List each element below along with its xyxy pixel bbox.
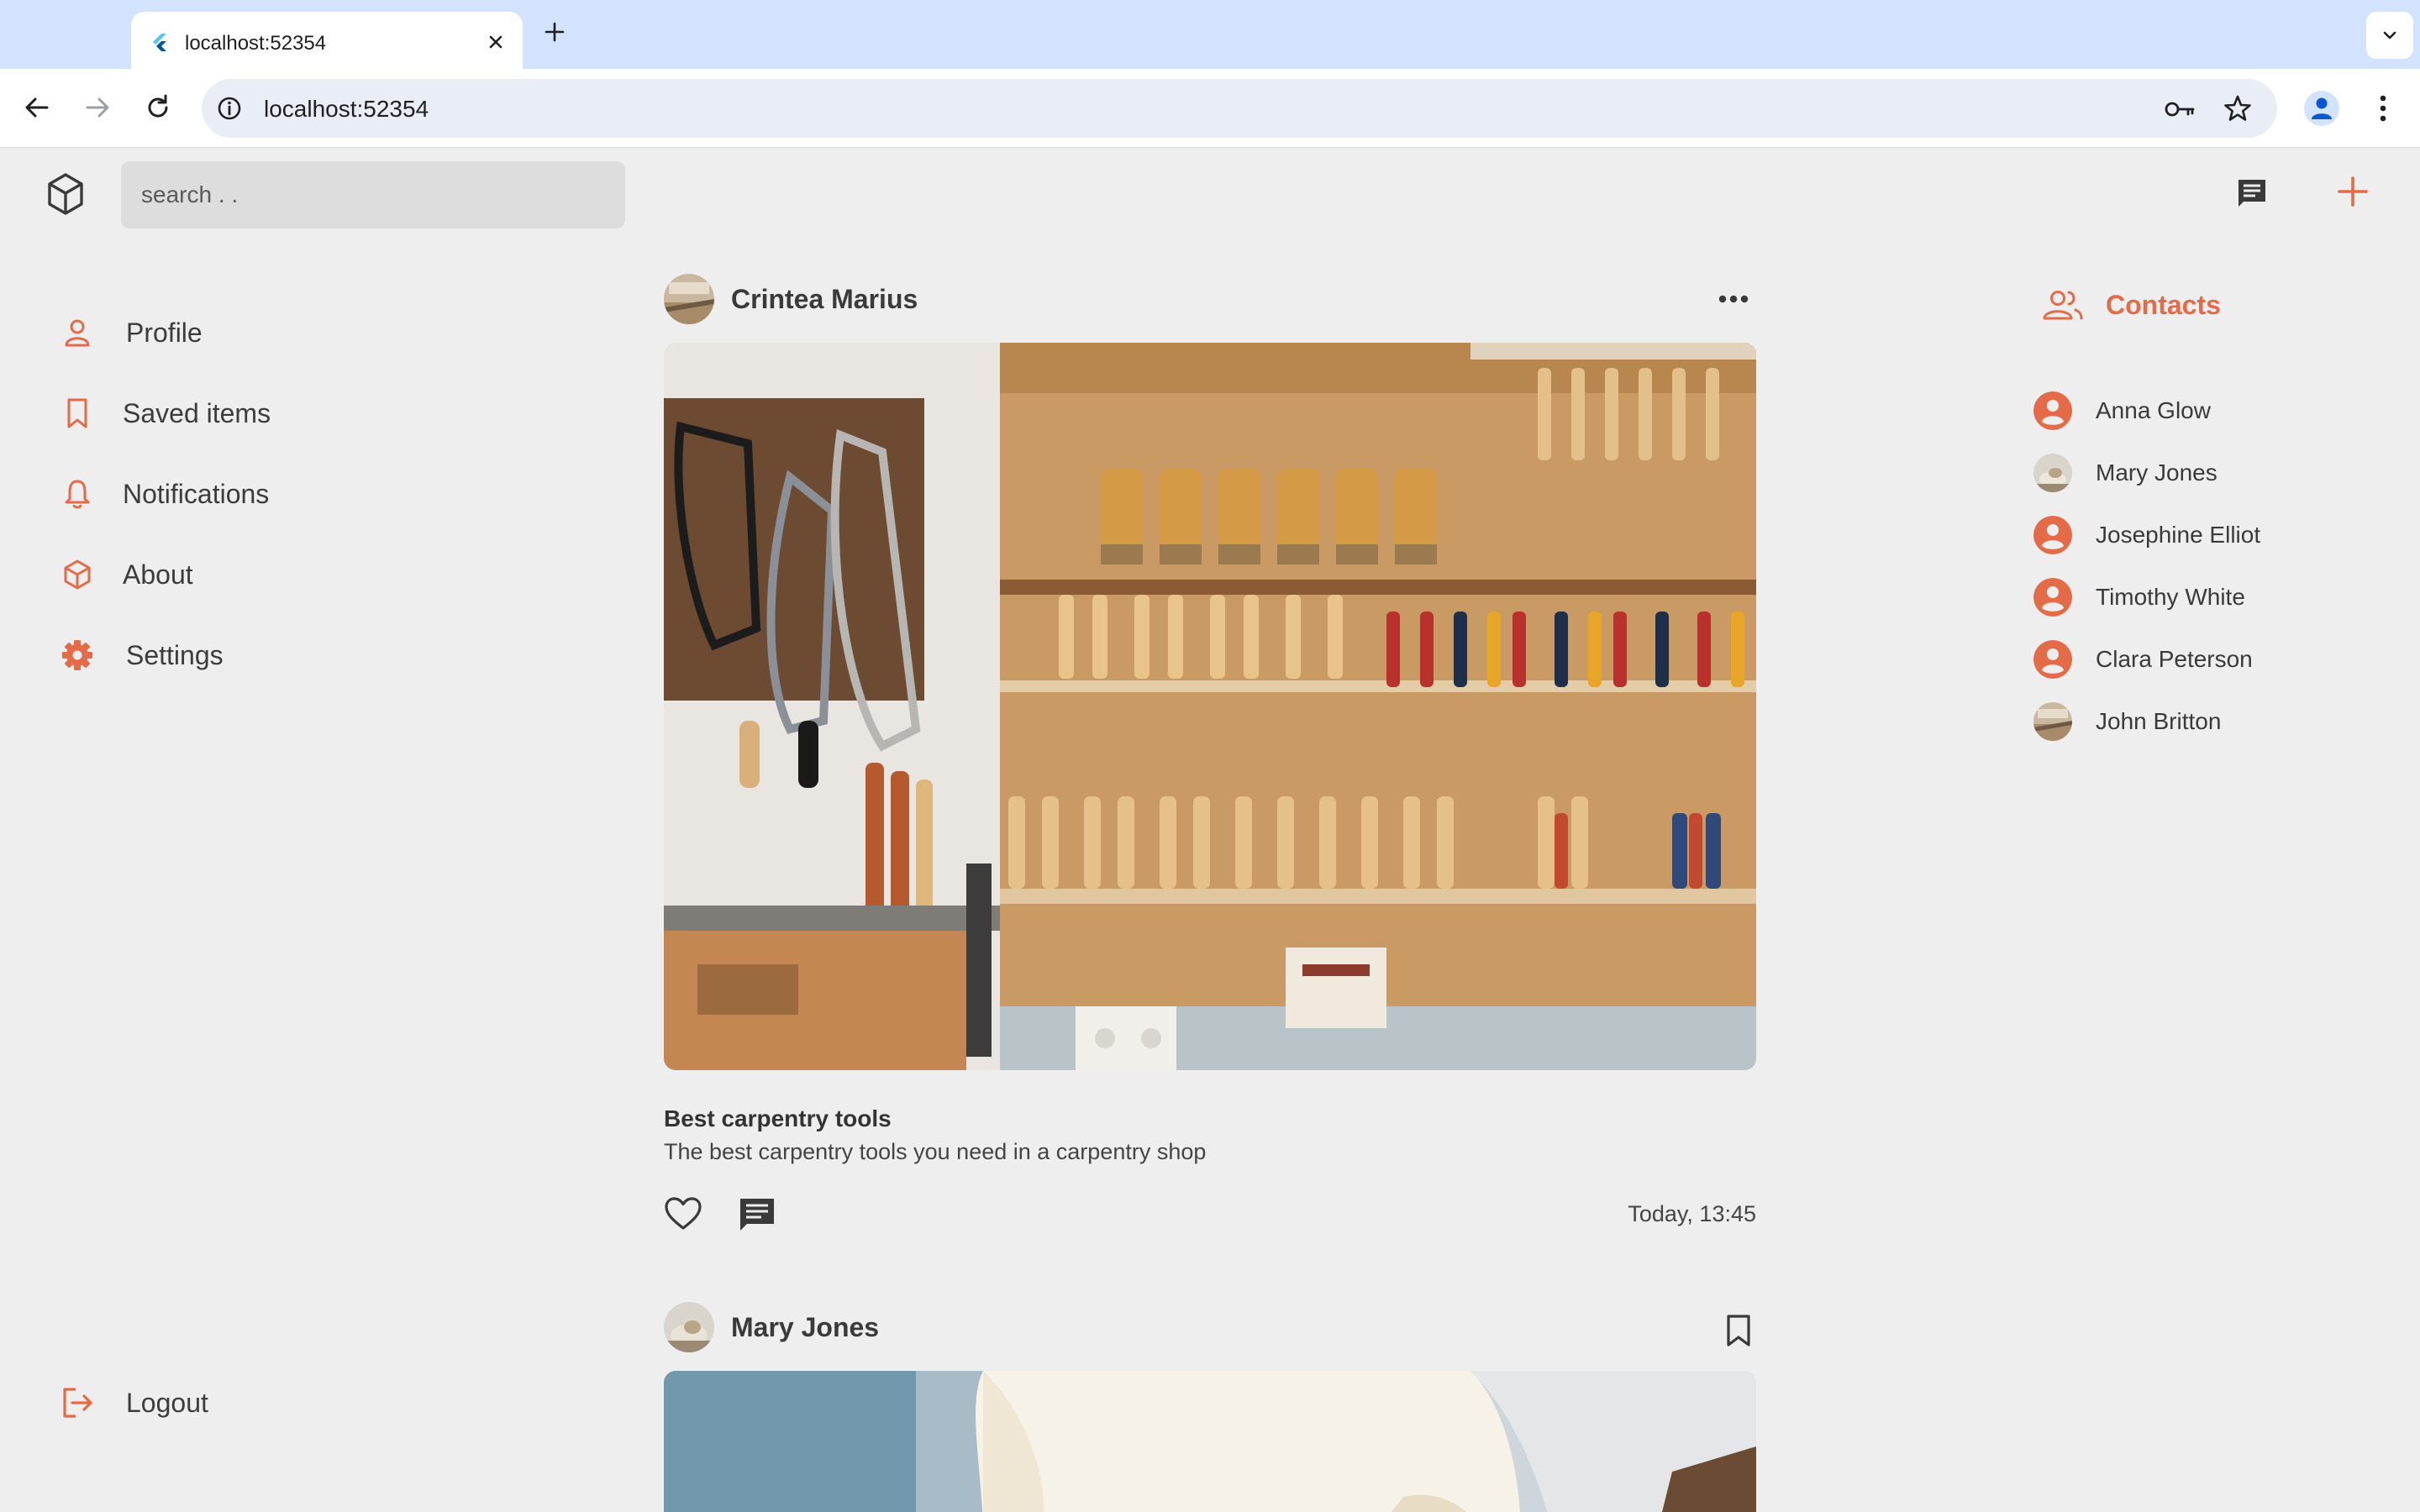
default-avatar-icon <box>2033 640 2072 679</box>
comment-icon[interactable] <box>738 1196 776 1233</box>
sidebar-item-label: Saved items <box>123 397 271 428</box>
add-post-icon[interactable] <box>2334 173 2371 210</box>
sidebar-item-label: Profile <box>126 317 203 348</box>
logout-button[interactable]: Logout <box>60 1386 208 1420</box>
post-author-name[interactable]: Mary Jones <box>731 1312 879 1343</box>
contact-name: Clara Peterson <box>2096 646 2253 672</box>
new-tab-icon[interactable] <box>541 18 568 45</box>
contact-item[interactable]: Mary Jones <box>2033 454 2217 492</box>
logout-icon <box>60 1386 94 1420</box>
post-timestamp: Today, 13:45 <box>1628 1201 1756 1226</box>
contact-item[interactable]: Josephine Elliot <box>2033 516 2260 554</box>
contact-item[interactable]: John Britton <box>2033 702 2221 741</box>
bookmark-star-icon[interactable] <box>2222 92 2254 124</box>
contacts-title: Contacts <box>2106 289 2221 320</box>
sidebar-item-label: About <box>123 559 193 590</box>
default-avatar-icon <box>2033 391 2072 430</box>
sidebar-item-profile[interactable]: Profile <box>60 316 203 349</box>
flutter-favicon-icon <box>153 34 166 51</box>
gear-icon <box>60 638 94 672</box>
sidebar-item-label: Notifications <box>123 478 270 509</box>
save-bookmark-icon[interactable] <box>1724 1314 1753 1347</box>
post-header: Crintea Marius <box>664 274 918 324</box>
like-heart-icon[interactable] <box>664 1196 702 1231</box>
search-input[interactable] <box>121 161 625 228</box>
default-avatar-icon <box>2033 578 2072 617</box>
chevron-down-icon <box>2383 31 2396 39</box>
contact-name: Anna Glow <box>2096 397 2211 423</box>
sidebar-item-saved-items[interactable]: Saved items <box>60 396 271 430</box>
person-icon <box>60 316 94 349</box>
post-title: Best carpentry tools <box>664 1105 892 1131</box>
bookmark-icon <box>60 396 94 430</box>
post-description: The best carpentry tools you need in a c… <box>664 1139 1207 1164</box>
browser-menu-icon[interactable] <box>2368 91 2398 126</box>
bell-icon <box>60 477 94 511</box>
post-author-name[interactable]: Crintea Marius <box>731 284 918 315</box>
reload-icon[interactable] <box>141 91 175 124</box>
group-people-icon <box>2043 291 2083 320</box>
contact-item[interactable]: Timothy White <box>2033 578 2245 617</box>
cube-icon <box>60 558 94 591</box>
more-options-icon[interactable] <box>1718 289 1749 309</box>
sidebar-item-about[interactable]: About <box>60 558 193 591</box>
logout-label: Logout <box>126 1387 208 1418</box>
post-image[interactable] <box>664 1371 1756 1512</box>
app-root: Profile Saved items Notifications About <box>0 148 2420 1512</box>
carpentry-tools-photo <box>664 343 1756 1070</box>
chair-photo <box>664 1371 1756 1512</box>
contact-photo-avatar <box>2033 702 2072 741</box>
address-bar[interactable]: localhost:52354 <box>202 79 2277 138</box>
close-tab-icon[interactable] <box>484 30 508 54</box>
url-text: localhost:52354 <box>264 96 429 122</box>
author-avatar[interactable] <box>664 1302 714 1352</box>
contact-name: Josephine Elliot <box>2096 522 2261 548</box>
post-header: Mary Jones <box>664 1302 879 1352</box>
tab-title: localhost:52354 <box>185 32 327 55</box>
site-info-icon[interactable] <box>215 94 244 123</box>
account-icon <box>2312 97 2332 119</box>
back-icon[interactable] <box>20 91 54 124</box>
browser-toolbar: localhost:52354 <box>0 69 2420 148</box>
author-avatar[interactable] <box>664 274 714 324</box>
browser-tabstrip: localhost:52354 <box>0 0 2420 69</box>
cube-logo-icon[interactable] <box>45 171 86 217</box>
sidebar-item-notifications[interactable]: Notifications <box>60 477 269 511</box>
contact-photo-avatar <box>2033 454 2072 492</box>
profile-avatar-button[interactable] <box>2304 91 2339 126</box>
contact-item[interactable]: Anna Glow <box>2033 391 2211 430</box>
contact-item[interactable]: Clara Peterson <box>2033 640 2253 679</box>
browser-tab[interactable]: localhost:52354 <box>131 12 523 69</box>
default-avatar-icon <box>2033 516 2072 554</box>
contact-name: Mary Jones <box>2096 459 2217 486</box>
password-key-icon[interactable] <box>2163 96 2196 123</box>
contacts-header: Contacts <box>2042 289 2221 321</box>
sidebar-item-settings[interactable]: Settings <box>60 638 224 672</box>
tab-search-button[interactable] <box>2366 12 2413 59</box>
messages-icon[interactable] <box>2235 176 2269 210</box>
sidebar-item-label: Settings <box>126 639 224 670</box>
post-image[interactable] <box>664 343 1756 1070</box>
contact-name: John Britton <box>2096 708 2222 734</box>
contact-name: Timothy White <box>2096 584 2245 610</box>
forward-icon[interactable] <box>81 91 114 124</box>
